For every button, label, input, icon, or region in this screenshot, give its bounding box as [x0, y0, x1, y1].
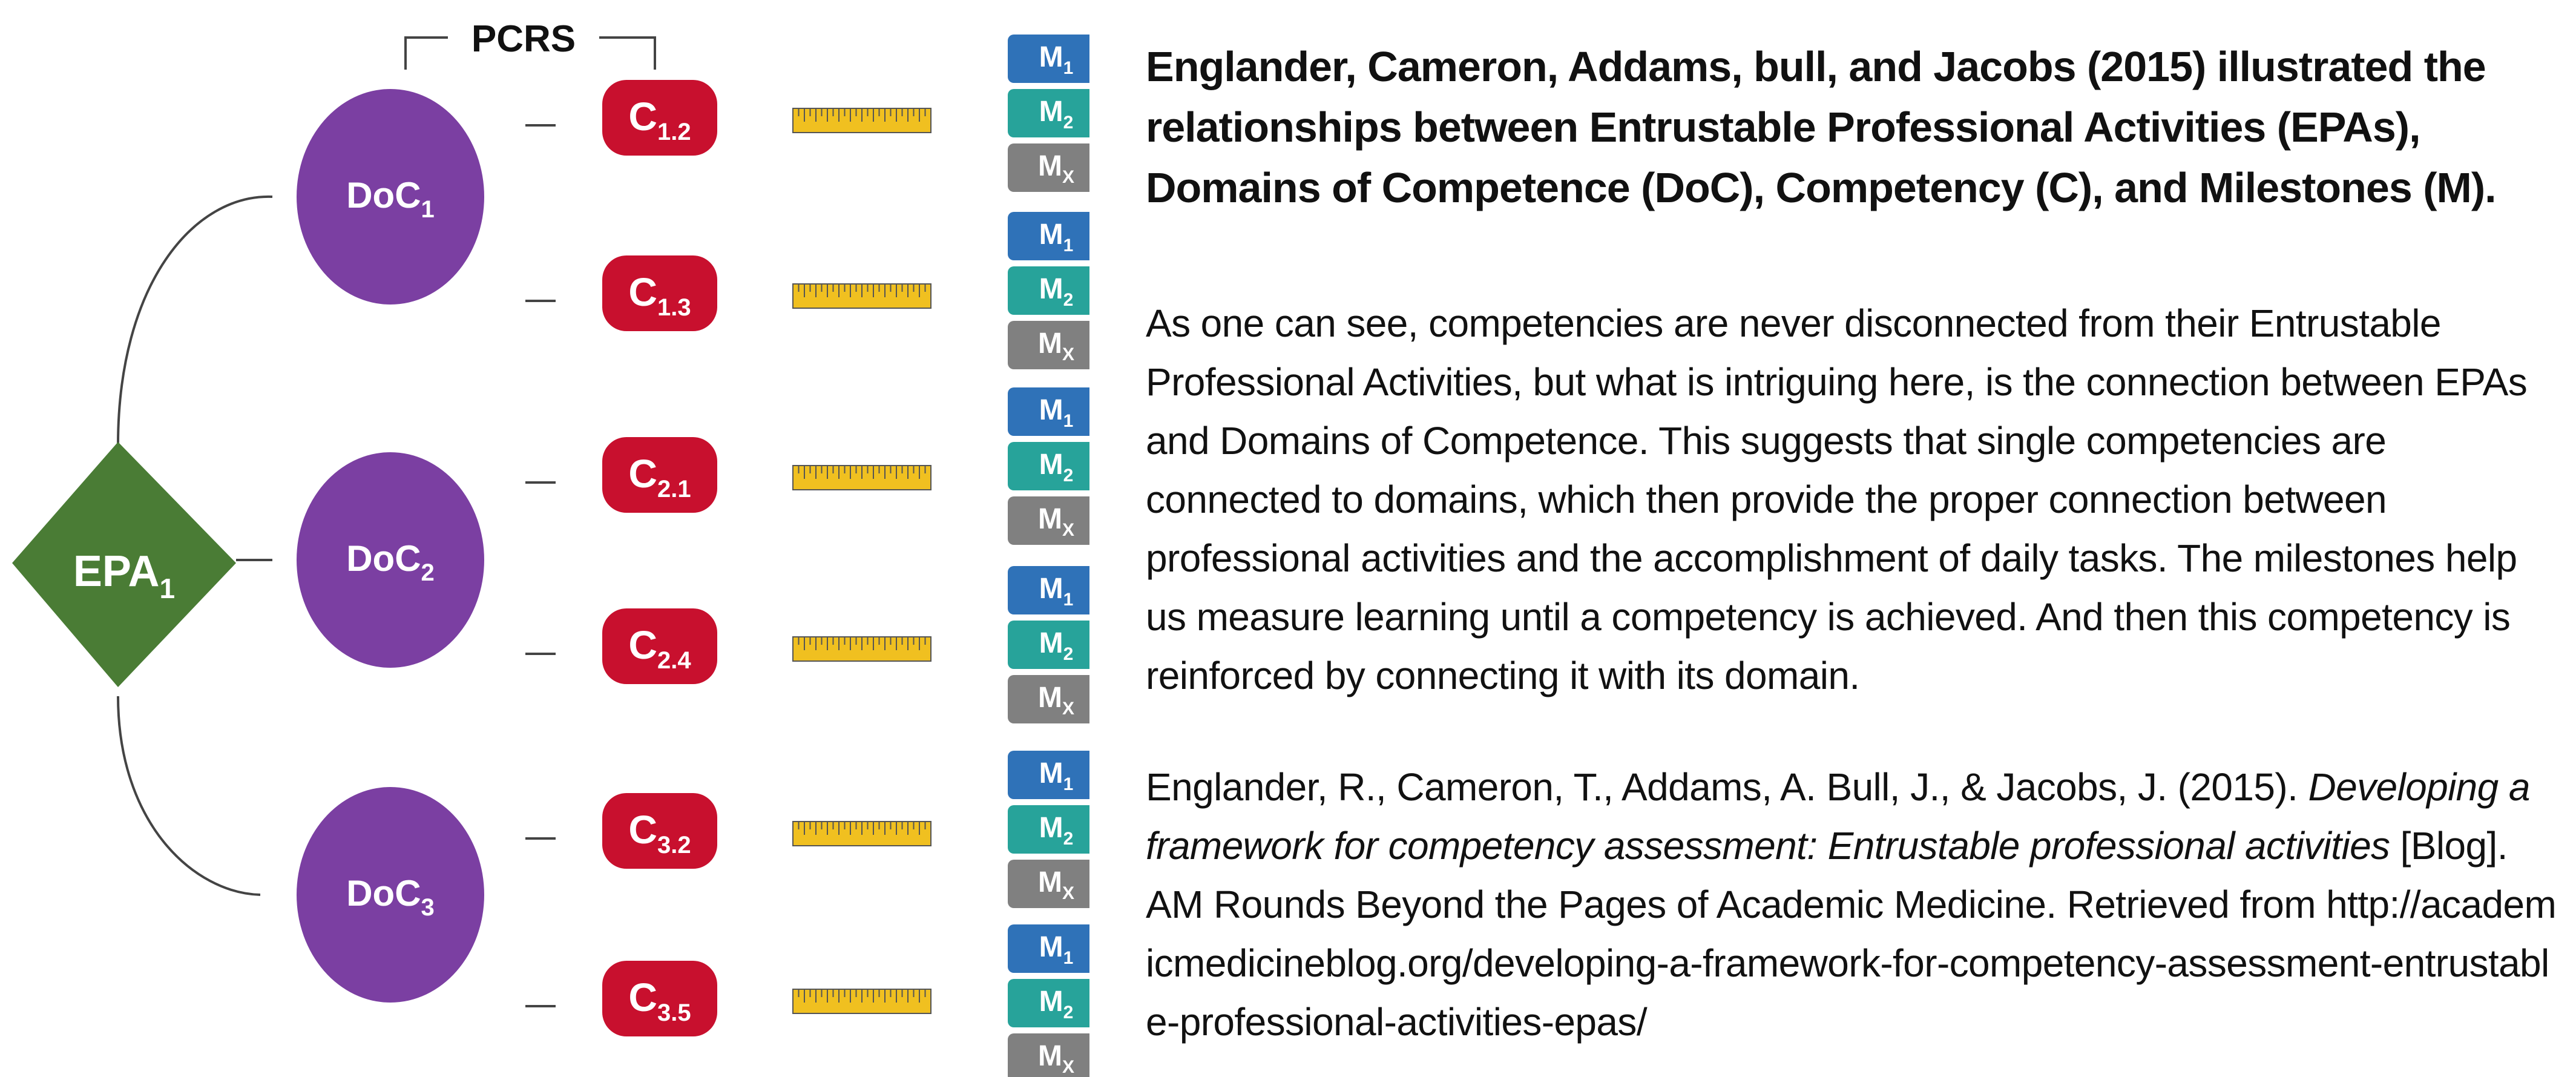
epa-node: EPA1: [12, 442, 236, 687]
ruler-icon: [792, 636, 932, 662]
milestone-m1: M1: [1008, 212, 1089, 260]
milestone-mx: MX: [1008, 860, 1089, 908]
milestone-group-3: M1 M2 MX: [1008, 387, 1089, 545]
headline: Englander, Cameron, Addams, bull, and Ja…: [1146, 43, 2497, 211]
ruler-icon: [792, 108, 932, 133]
domain-competency-ticks: [525, 124, 556, 1007]
connector-epa-doc3: [117, 696, 261, 896]
milestone-group-2: M1 M2 MX: [1008, 212, 1089, 369]
milestone-mx: MX: [1008, 675, 1089, 723]
connector-epa-doc1: [117, 195, 273, 446]
milestone-group-1: M1 M2 MX: [1008, 35, 1089, 192]
epa-diagram: PCRS EPA1 DoC1DoC2DoC3 C1.2C1.3C2.1C2.4C…: [12, 18, 1089, 1077]
domain-node-3: DoC3: [297, 787, 484, 1003]
milestone-m2: M2: [1008, 805, 1089, 854]
ruler-icon: [792, 283, 932, 309]
milestone-m2: M2: [1008, 979, 1089, 1027]
domain-node-1: DoC1: [297, 89, 484, 305]
competency-node-2-4: C2.4: [602, 608, 717, 684]
description-paragraph: As one can see, competencies are never d…: [1146, 301, 2528, 697]
ruler-icon: [792, 465, 932, 490]
milestone-m2: M2: [1008, 266, 1089, 315]
competency-node-1-2: C1.2: [602, 80, 717, 156]
competency-node-3-2: C3.2: [602, 793, 717, 869]
milestone-mx: MX: [1008, 496, 1089, 545]
ruler-icons: [792, 108, 932, 1014]
milestone-m2: M2: [1008, 621, 1089, 669]
milestone-group-4: M1 M2 MX: [1008, 566, 1089, 723]
ruler-icon: [792, 821, 932, 846]
milestone-group-6: M1 M2 MX: [1008, 924, 1089, 1077]
milestone-groups: M1 M2 MX M1 M2 MX M1 M2 MX M1 M2 MX M1 M2 MX M1 M2 MX: [1008, 35, 1089, 1077]
ruler-icon: [792, 989, 932, 1014]
competency-node-3-5: C3.5: [602, 961, 717, 1036]
competency-node-1-3: C1.3: [602, 255, 717, 331]
milestone-mx: MX: [1008, 143, 1089, 192]
competency-nodes: C1.2 C1.3 C2.1 C2.4 C3.2 C3.5: [602, 80, 717, 1036]
milestone-m2: M2: [1008, 89, 1089, 137]
milestone-m1: M1: [1008, 924, 1089, 973]
milestone-mx: MX: [1008, 321, 1089, 369]
citation: Englander, R., Cameron, T., Addams, A. B…: [1146, 758, 2562, 1052]
milestone-m1: M1: [1008, 387, 1089, 436]
competency-node-2-1: C2.1: [602, 437, 717, 513]
text-panel: Englander, Cameron, Addams, bull, and Ja…: [1146, 36, 2562, 1065]
domain-nodes: DoC1 DoC2 DoC3: [297, 89, 484, 1003]
pcrs-label: PCRS: [472, 18, 576, 60]
milestone-group-5: M1 M2 MX: [1008, 751, 1089, 908]
milestone-m1: M1: [1008, 35, 1089, 83]
milestone-m2: M2: [1008, 442, 1089, 490]
milestone-m1: M1: [1008, 751, 1089, 799]
milestone-mx: MX: [1008, 1033, 1089, 1077]
citation-authors: Englander, R., Cameron, T., Addams, A. B…: [1146, 765, 2308, 809]
domain-node-2: DoC2: [297, 452, 484, 668]
milestone-m1: M1: [1008, 566, 1089, 614]
